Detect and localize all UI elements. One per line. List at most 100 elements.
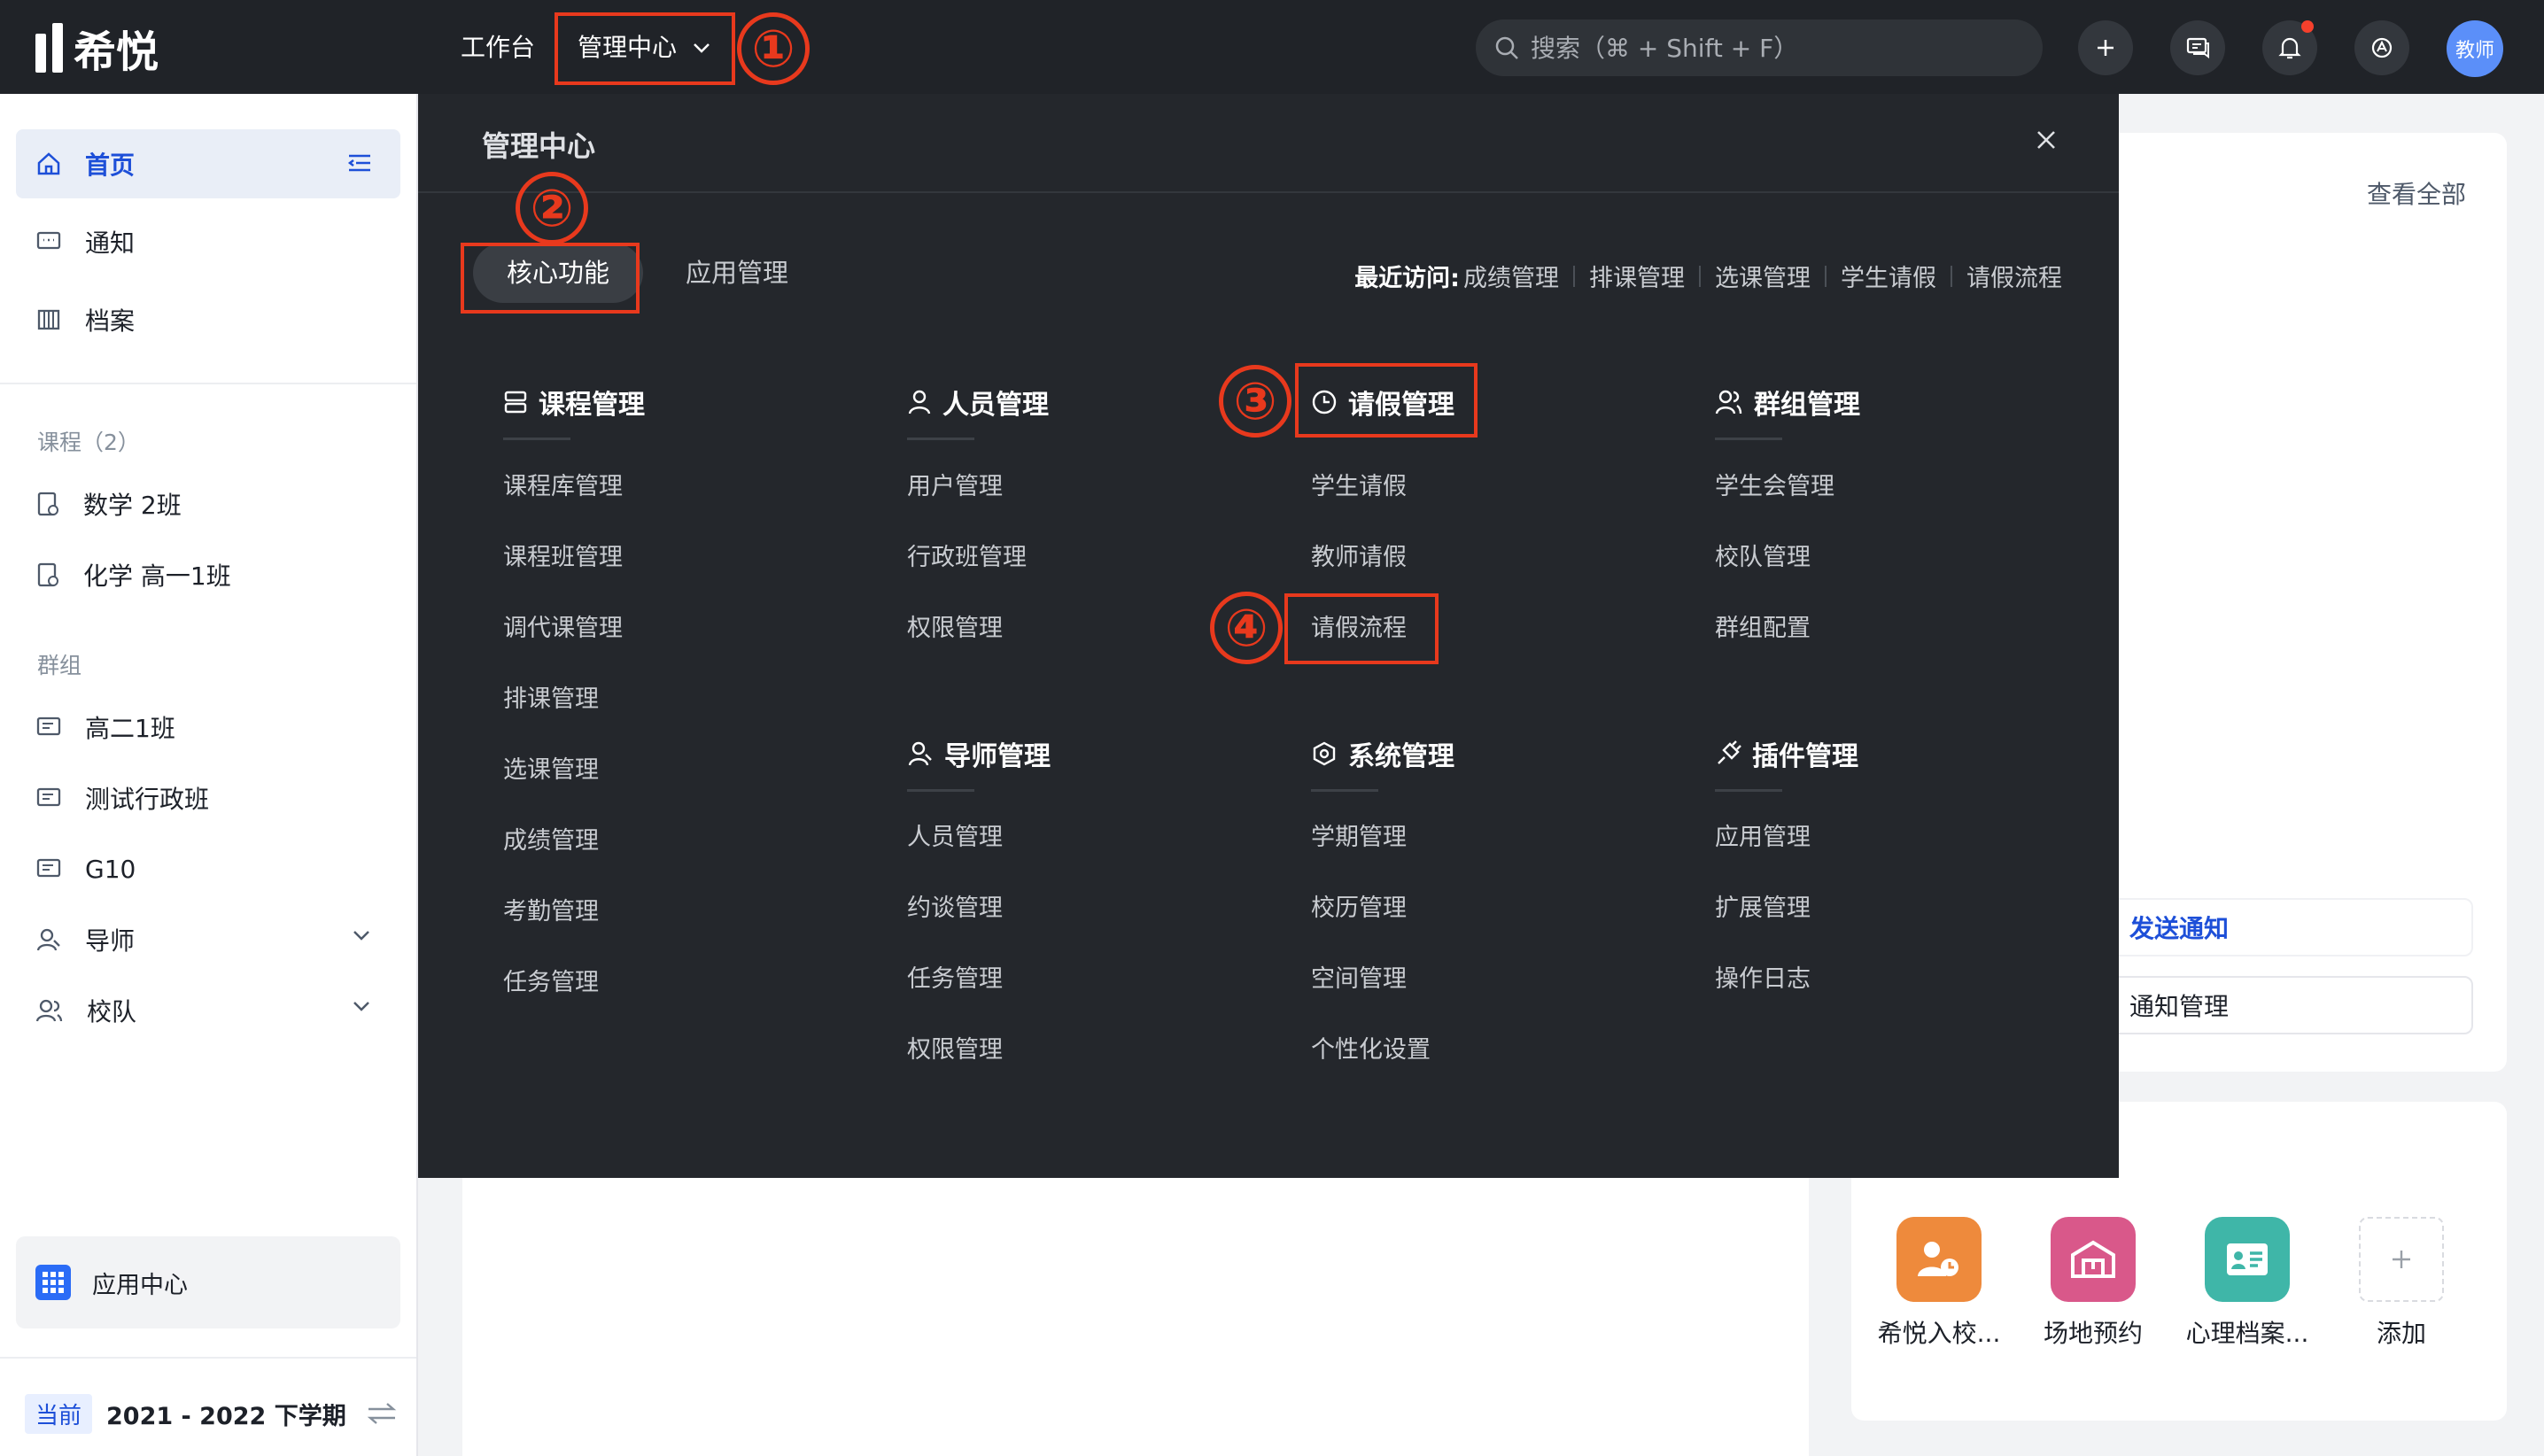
app-center-button[interactable]: 应用中心 (16, 1236, 400, 1328)
menu-link[interactable]: 群组配置 (1715, 611, 1811, 647)
menu-link[interactable]: 用户管理 (907, 469, 1003, 505)
notice-manage-button[interactable]: 通知管理 (2090, 976, 2473, 1034)
add-app-icon (2359, 1217, 2444, 1302)
menu-link[interactable]: 考勤管理 (503, 895, 599, 930)
section-underline (503, 438, 570, 440)
menu-link[interactable]: 扩展管理 (1715, 891, 1811, 926)
grid-apps-icon (35, 1265, 71, 1300)
collapse-sidebar-icon[interactable] (347, 153, 372, 173)
menu-link[interactable]: 空间管理 (1311, 962, 1407, 997)
menu-link[interactable]: 校历管理 (1311, 891, 1407, 926)
sidebar-item-group[interactable]: G10 (16, 834, 400, 903)
section-underline (907, 438, 974, 440)
logo-text: 希悦 (74, 27, 159, 77)
menu-link[interactable]: 行政班管理 (907, 540, 1027, 576)
recent-separator (1573, 265, 1575, 287)
help-button[interactable] (2354, 20, 2409, 75)
app-tile-label: 添加 (2376, 1319, 2426, 1348)
menu-link[interactable]: 人员管理 (907, 820, 1003, 856)
recent-separator (1951, 265, 1952, 287)
close-icon[interactable] (2036, 129, 2057, 151)
view-all-link[interactable]: 查看全部 (2367, 175, 2466, 211)
menu-link[interactable]: 个性化设置 (1311, 1033, 1431, 1068)
app-tile-add[interactable]: 添加 (2326, 1217, 2477, 1350)
menu-link[interactable]: 选课管理 (503, 753, 599, 788)
sidebar-item-course[interactable]: 化学 高一1班 (16, 540, 400, 609)
swap-icon[interactable] (367, 1401, 397, 1426)
messages-button[interactable] (2170, 20, 2225, 75)
sidebar-item-group[interactable]: 测试行政班 (16, 763, 400, 833)
logo[interactable]: 希悦 (35, 23, 159, 77)
app-tile-venue[interactable]: 场地预约 (2018, 1217, 2168, 1350)
section-title: 导师管理 (944, 741, 1051, 772)
notifications-button[interactable] (2262, 20, 2317, 75)
annotation-number-4: ④ (1210, 592, 1283, 664)
menu-link[interactable]: 课程库管理 (503, 469, 623, 505)
menu-link[interactable]: 教师请假 (1311, 540, 1407, 576)
add-button[interactable] (2078, 20, 2133, 75)
section-title: 课程管理 (539, 390, 645, 421)
menu-link[interactable]: 学期管理 (1311, 820, 1407, 856)
menu-link[interactable]: 应用管理 (1715, 820, 1811, 856)
recent-link[interactable]: 选课管理 (1715, 259, 1811, 293)
courses-section-title: 课程（2） (37, 430, 140, 455)
entry-app-icon (1896, 1217, 1982, 1302)
menu-link[interactable]: 调代课管理 (503, 611, 623, 647)
sidebar-item-label: 化学 高一1班 (83, 561, 231, 591)
section-plugin-management: 插件管理 (1715, 732, 1858, 776)
search-bar[interactable] (1476, 19, 2043, 76)
search-input[interactable] (1531, 33, 2027, 63)
sidebar-item-course[interactable]: 数学 2班 (16, 469, 400, 538)
recent-link[interactable]: 成绩管理 (1463, 259, 1559, 293)
chevron-down-icon[interactable] (353, 1001, 370, 1011)
person-icon (908, 390, 931, 414)
tab-app-management[interactable]: 应用管理 (652, 243, 822, 303)
recent-visits: 最近访问: 成绩管理 排课管理 选课管理 学生请假 请假流程 (1354, 259, 2062, 293)
term-badge: 当前 (25, 1393, 93, 1434)
assistant-icon (2371, 37, 2393, 58)
nav-workbench[interactable]: 工作台 (461, 23, 535, 73)
sidebar-item-home[interactable]: 首页 (16, 129, 400, 198)
recent-link[interactable]: 排课管理 (1589, 259, 1685, 293)
app-tile-entry[interactable]: 希悦入校... (1864, 1217, 2014, 1350)
menu-link[interactable]: 学生会管理 (1715, 469, 1834, 505)
sidebar-item-mentor[interactable]: 导师 (16, 905, 400, 974)
menu-title: 管理中心 (482, 129, 596, 163)
user-avatar[interactable]: 教师 (2447, 20, 2503, 77)
plugin-icon (1718, 740, 1741, 764)
menu-link[interactable]: 任务管理 (907, 962, 1003, 997)
venue-app-icon (2051, 1217, 2136, 1302)
sidebar-item-team[interactable]: 校队 (16, 976, 400, 1045)
app-tile-label: 希悦入校... (1877, 1319, 2001, 1348)
sidebar-item-notice[interactable]: 通知 (16, 207, 400, 276)
sidebar-divider (0, 1357, 416, 1359)
system-icon (1313, 741, 1336, 766)
section-underline (907, 789, 974, 792)
menu-link[interactable]: 权限管理 (907, 611, 1003, 647)
sidebar-item-label: 高二1班 (85, 714, 175, 743)
menu-link[interactable]: 排课管理 (503, 682, 599, 717)
plus-icon (2098, 40, 2114, 56)
sidebar-item-archive[interactable]: 档案 (16, 285, 400, 354)
chevron-down-icon[interactable] (353, 930, 370, 941)
annotation-number-1: ① (737, 12, 810, 85)
archive-icon (37, 309, 60, 330)
send-notice-button[interactable]: 发送通知 (2090, 898, 2473, 956)
menu-link[interactable]: 成绩管理 (503, 824, 599, 859)
notification-dot (2301, 20, 2314, 33)
psych-archive-app-icon (2205, 1217, 2290, 1302)
app-tile-psych[interactable]: 心理档案... (2172, 1217, 2323, 1350)
menu-link[interactable]: 课程班管理 (503, 540, 623, 576)
menu-link[interactable]: 校队管理 (1715, 540, 1811, 576)
annotation-box-2 (461, 243, 640, 314)
class-icon (36, 858, 61, 878)
sidebar-item-label: 校队 (87, 997, 137, 1026)
menu-link[interactable]: 学生请假 (1311, 469, 1407, 505)
recent-link[interactable]: 学生请假 (1841, 259, 1936, 293)
menu-link[interactable]: 权限管理 (907, 1033, 1003, 1068)
menu-link[interactable]: 操作日志 (1715, 962, 1811, 997)
recent-link[interactable]: 请假流程 (1966, 259, 2062, 293)
sidebar-item-group[interactable]: 高二1班 (16, 693, 400, 762)
menu-link[interactable]: 约谈管理 (907, 891, 1003, 926)
menu-link[interactable]: 任务管理 (503, 965, 599, 1001)
